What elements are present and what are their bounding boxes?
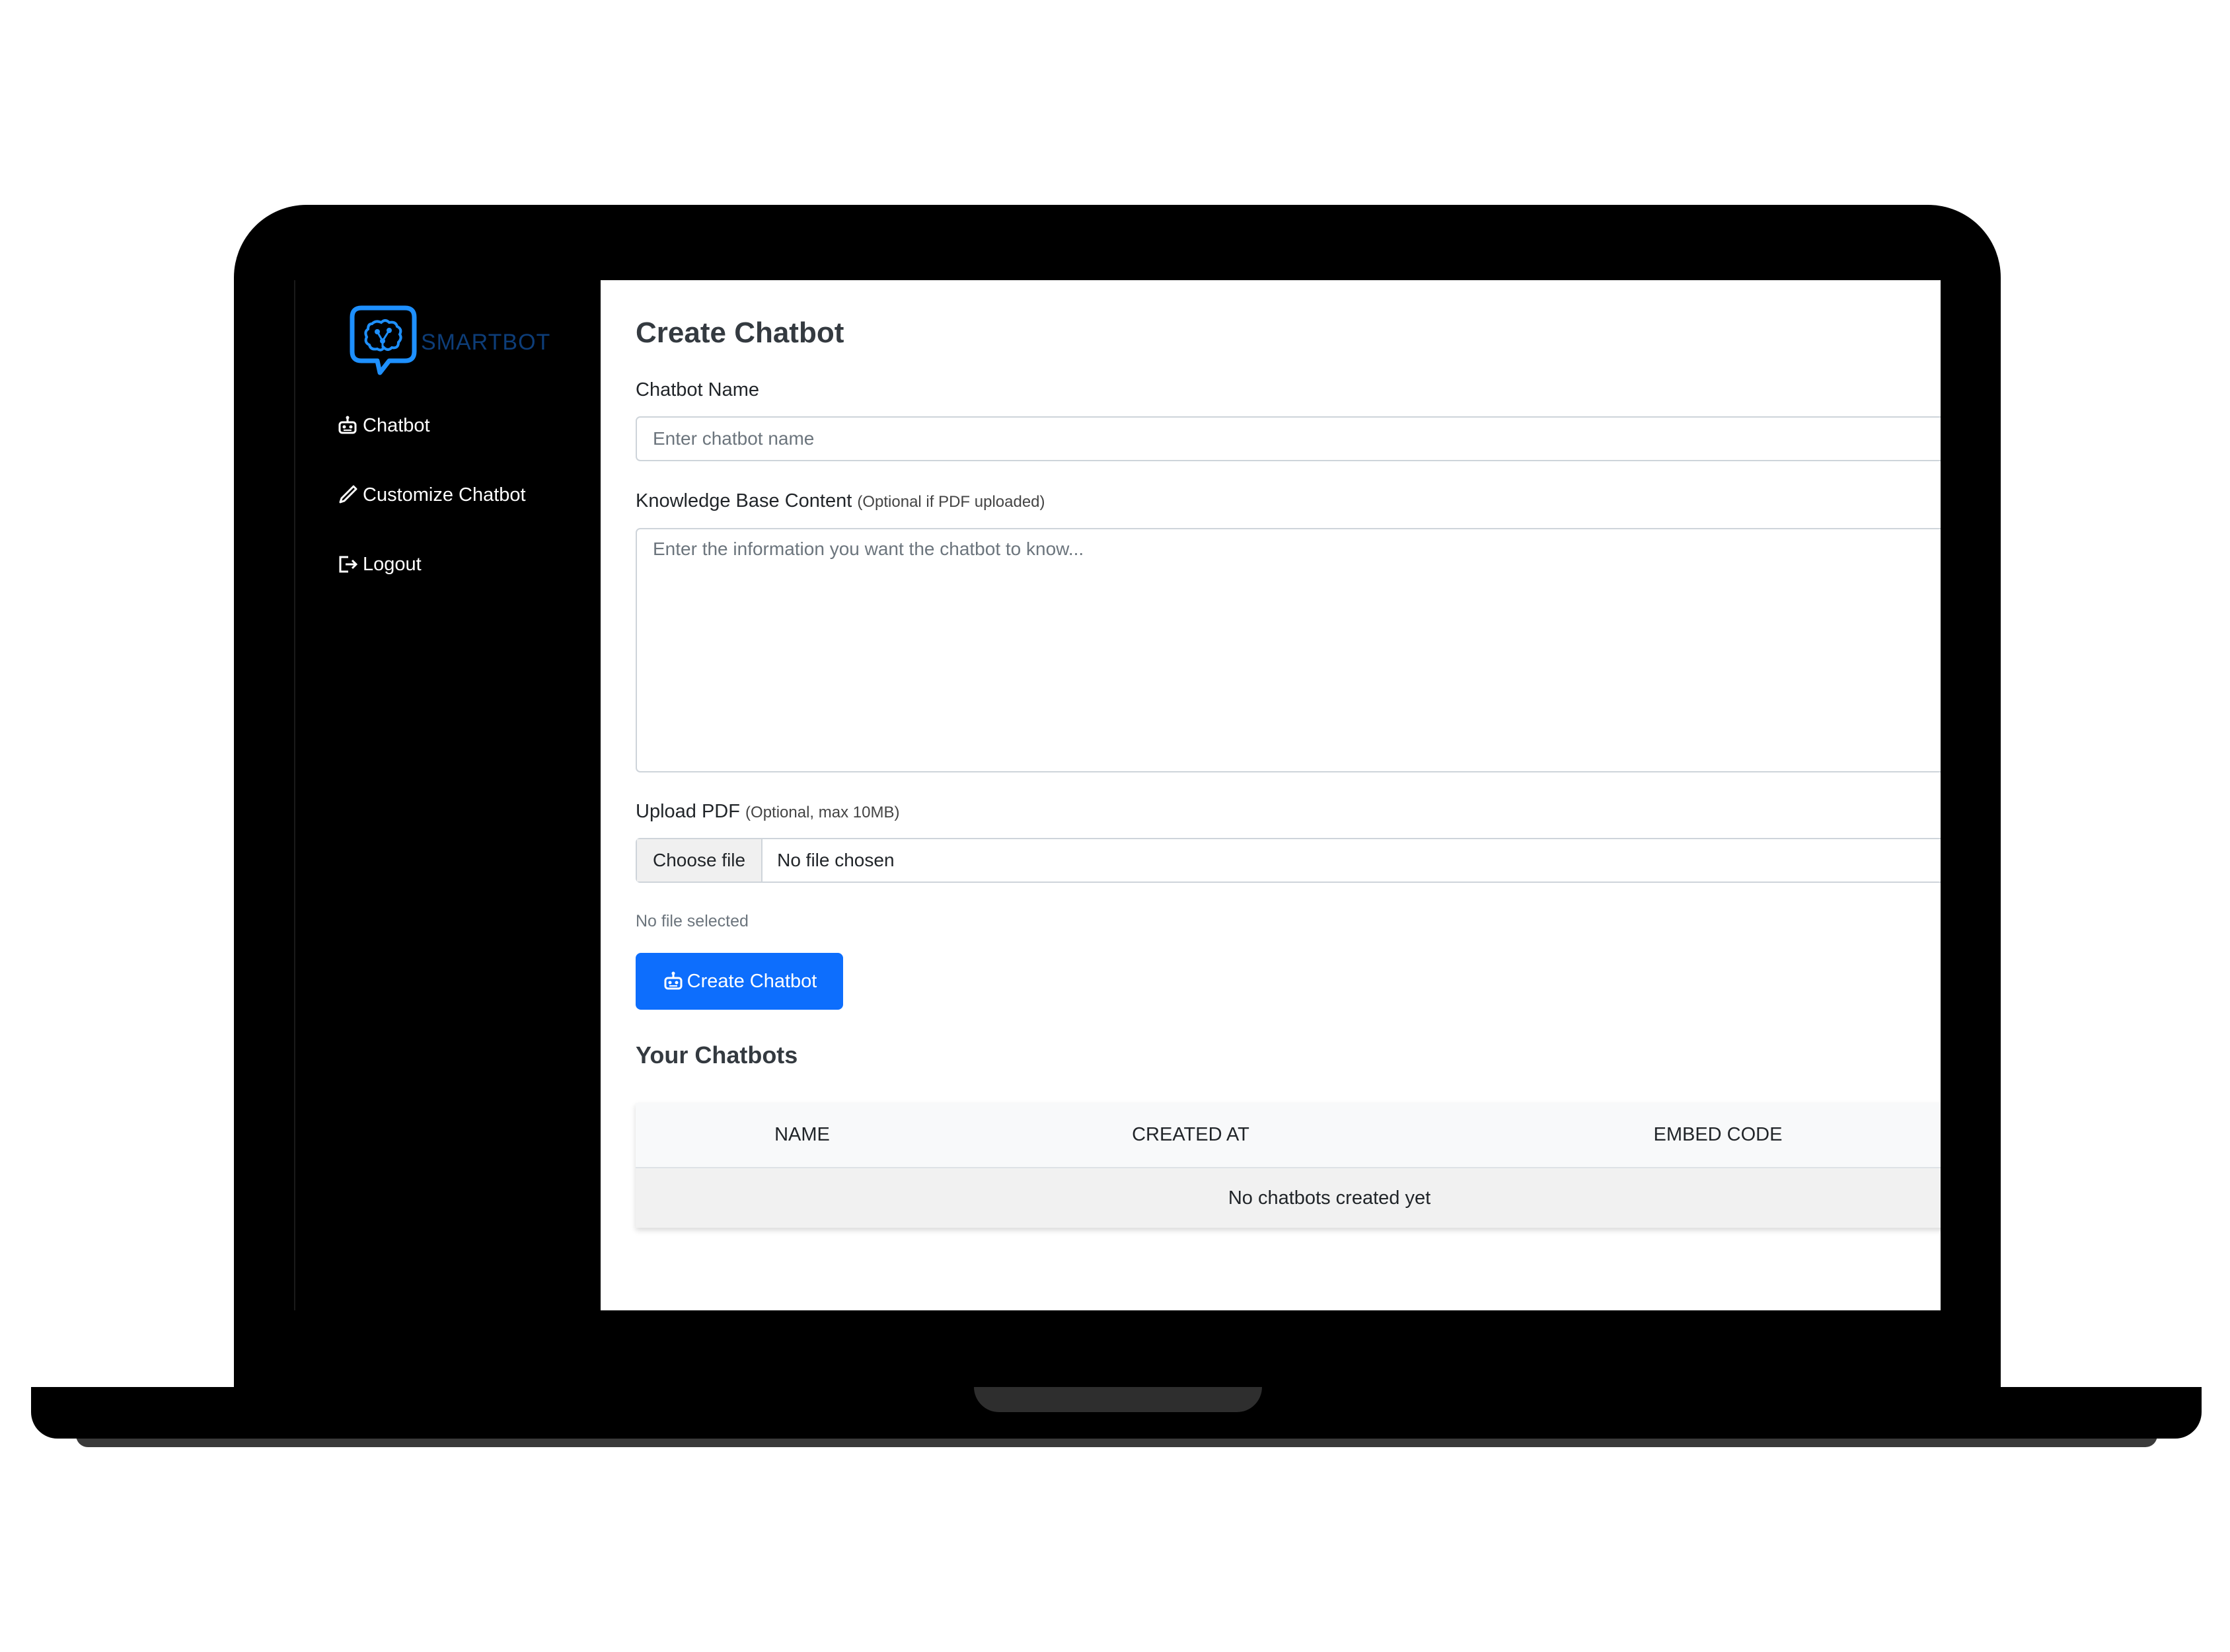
file-status: No file chosen (777, 850, 895, 870)
brain-chat-logo-icon (348, 304, 418, 377)
upload-pdf-hint: (Optional, max 10MB) (745, 804, 900, 821)
column-header-created-at: CREATED AT (969, 1103, 1413, 1168)
empty-table-message: No chatbots created yet (636, 1168, 1941, 1228)
your-chatbots-title: Your Chatbots (636, 1041, 798, 1069)
page-title: Create Chatbot (636, 317, 844, 349)
sidebar-item-label: Customize Chatbot (363, 484, 526, 506)
sidebar-item-label: Logout (363, 553, 422, 575)
file-selected-note: No file selected (636, 912, 749, 930)
upload-pdf-label-text: Upload PDF (636, 801, 740, 822)
knowledge-base-textarea[interactable] (636, 528, 1941, 772)
sidebar-item-chatbot[interactable]: Chatbot (336, 412, 526, 439)
knowledge-base-label-text: Knowledge Base Content (636, 490, 852, 511)
chatbots-table: NAME CREATED AT EMBED CODE No chatbots c… (636, 1103, 1941, 1228)
brand-name: SMARTBOT (421, 329, 551, 355)
sidebar-item-customize-chatbot[interactable]: Customize Chatbot (336, 482, 526, 508)
laptop-notch (974, 1387, 1262, 1412)
knowledge-base-label: Knowledge Base Content (Optional if PDF … (636, 490, 1045, 512)
create-chatbot-button-label: Create Chatbot (687, 970, 817, 992)
sidebar-item-logout[interactable]: Logout (336, 551, 526, 578)
pencil-icon (336, 484, 359, 506)
column-header-name: NAME (636, 1103, 969, 1168)
sidebar-item-label: Chatbot (363, 414, 430, 436)
chatbot-name-label-text: Chatbot Name (636, 379, 759, 400)
chatbot-name-label: Chatbot Name (636, 379, 759, 401)
robot-icon (662, 970, 685, 993)
chatbot-name-input[interactable] (636, 416, 1941, 461)
app-screen: SMARTBOT Chatbot Customize Chatbot Logou… (294, 280, 1941, 1310)
table-row: No chatbots created yet (636, 1168, 1941, 1228)
table-header-row: NAME CREATED AT EMBED CODE (636, 1103, 1941, 1168)
robot-icon (336, 414, 359, 437)
brand[interactable]: SMARTBOT (348, 304, 550, 377)
upload-pdf-label: Upload PDF (Optional, max 10MB) (636, 801, 899, 823)
chatbots-table-container: NAME CREATED AT EMBED CODE No chatbots c… (636, 1103, 1941, 1228)
knowledge-base-hint: (Optional if PDF uploaded) (857, 493, 1045, 511)
logout-icon (336, 553, 359, 576)
column-header-embed-code: EMBED CODE (1413, 1103, 1941, 1168)
main-content: Create Chatbot Chatbot Name Knowledge Ba… (636, 280, 1941, 1310)
choose-file-button[interactable]: Choose file (637, 839, 763, 882)
pdf-file-input[interactable]: Choose file No file chosen (636, 838, 1941, 883)
sidebar-nav: Chatbot Customize Chatbot Logout (336, 412, 526, 620)
create-chatbot-button[interactable]: Create Chatbot (636, 953, 843, 1010)
sidebar: SMARTBOT Chatbot Customize Chatbot Logou… (294, 280, 601, 1310)
